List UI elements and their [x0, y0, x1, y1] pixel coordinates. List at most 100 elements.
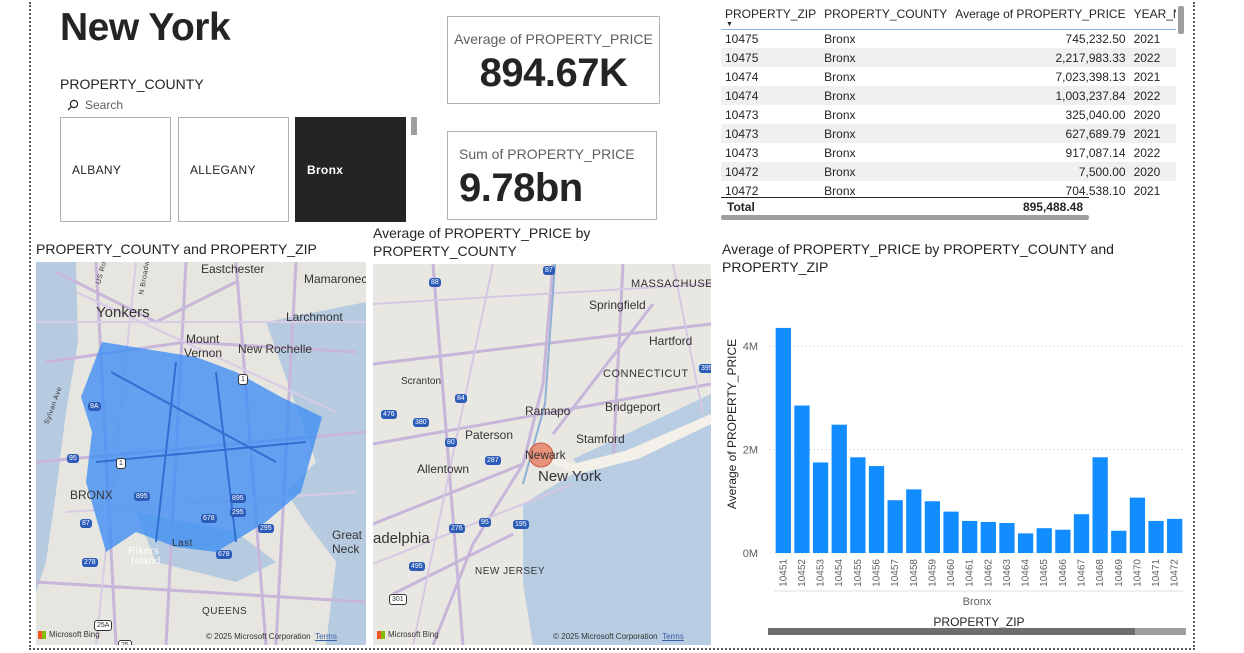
map-label: Yonkers — [96, 304, 150, 321]
bar — [924, 501, 941, 553]
route-shield: 301 — [389, 594, 407, 605]
route-shield: 88 — [429, 278, 441, 287]
table-cell: 10473 — [721, 124, 821, 143]
table-row[interactable]: 10473 Bronx 627,689.79 2021 — [721, 124, 1176, 143]
route-shield: 495 — [409, 562, 425, 571]
map-label: New York — [538, 468, 602, 485]
map-label: Great — [332, 528, 363, 542]
x-tick-label: 10472 — [1170, 559, 1181, 587]
table-cell: 627,689.79 — [951, 124, 1130, 143]
x-group-label: Bronx — [963, 596, 992, 608]
route-shield: 895 — [230, 494, 246, 503]
card-value: 9.78bn — [459, 166, 583, 210]
x-tick-label: 10461 — [965, 559, 976, 587]
route-shield: 87 — [80, 519, 92, 528]
x-axis-title: PROPERTY_ZIP — [933, 615, 1024, 629]
route-shield: 678 — [201, 514, 217, 523]
route-shield: 9A — [88, 402, 101, 411]
slicer-scrollbar[interactable] — [411, 117, 417, 135]
card-label: Average of PROPERTY_PRICE — [454, 31, 653, 47]
x-tick-label: 10464 — [1021, 559, 1032, 587]
slicer-tile-albany[interactable]: ALBANY — [60, 117, 171, 222]
table-row[interactable]: 10474 Bronx 1,003,237.84 2022 — [721, 86, 1176, 105]
slicer-search[interactable]: Search — [67, 98, 123, 112]
table-horizontal-scrollbar[interactable] — [721, 215, 1089, 220]
table-cell: 10475 — [725, 31, 759, 46]
y-tick-label: 2M — [743, 445, 758, 457]
county-bubble-map[interactable]: MASSACHUSETTS Springfield Hartford CONNE… — [373, 264, 711, 645]
terms-link[interactable]: Terms — [662, 632, 684, 641]
route-shield: 380 — [413, 418, 429, 427]
table-cell: 2021 — [1133, 31, 1161, 46]
route-shield: 87 — [543, 266, 555, 275]
table-row[interactable]: 10472 Bronx 704,538.10 2021 — [721, 181, 1176, 196]
map-label: Bridgeport — [605, 400, 661, 414]
column-header-avg-price[interactable]: Average of PROPERTY_PRICE — [951, 5, 1130, 30]
chart-scrollbar-thumb[interactable] — [768, 628, 1135, 635]
route-shield: 895 — [134, 492, 150, 501]
map-label: Mamaroneck — [304, 272, 366, 286]
table-row[interactable]: 10474 Bronx 7,023,398.13 2021 — [721, 67, 1176, 86]
avg-price-card: Average of PROPERTY_PRICE 894.67K — [447, 16, 660, 104]
bar — [1017, 533, 1034, 553]
bar — [1055, 529, 1071, 553]
map-label: Paterson — [465, 428, 514, 442]
bar-chart[interactable]: 0M 2M 4M Average of PROPERTY_PRICE 10451 1045… — [722, 285, 1192, 640]
map-label: CONNECTICUT — [603, 368, 689, 380]
route-shield: 1 — [116, 458, 126, 469]
route-shield: 476 — [381, 410, 397, 419]
map-label: Stamford — [576, 432, 625, 446]
table-cell: 10473 — [725, 145, 759, 160]
slicer-tile-label: ALLEGANY — [190, 162, 256, 177]
table-row[interactable]: 10473 Bronx 325,040.00 2020 — [721, 105, 1176, 124]
table-row[interactable]: 10473 Bronx 917,087.14 2022 — [721, 143, 1176, 162]
map-label: NEW JERSEY — [475, 566, 546, 577]
table-cell: 917,087.14 — [1065, 145, 1126, 160]
x-tick-label: 10463 — [1002, 559, 1013, 587]
slicer-title: PROPERTY_COUNTY — [60, 76, 204, 92]
table-cell: Bronx — [820, 162, 952, 181]
table-body: 10475 Bronx 745,232.50 2021 10475 Bronx 2,217,… — [721, 29, 1176, 195]
table-row[interactable]: 10475 Bronx 2,217,983.33 2022 — [721, 48, 1176, 67]
table-cell: Bronx — [824, 145, 856, 160]
x-tick-label: 10471 — [1151, 559, 1162, 587]
table-cell: 10475 — [721, 48, 821, 67]
map-label: Last — [172, 538, 193, 549]
x-tick-label: 10466 — [1058, 559, 1069, 587]
table-total-row: Total 895,488.48 — [721, 197, 1089, 215]
route-shield: 276 — [449, 524, 465, 533]
terms-link[interactable]: Terms — [315, 632, 337, 641]
map-attribution: © 2025 Microsoft Corporation Terms — [553, 632, 684, 641]
bar — [1073, 514, 1090, 553]
column-header-year[interactable]: YEAR_NUMBER — [1129, 5, 1176, 30]
bar — [794, 405, 810, 553]
x-tick-label: 10467 — [1077, 559, 1088, 587]
table-vertical-scrollbar[interactable] — [1178, 6, 1184, 34]
map-label: Mount — [186, 332, 220, 346]
table-cell: 7,500.00 — [951, 162, 1130, 181]
map2-title: Average of PROPERTY_PRICE by PROPERTY_CO… — [373, 225, 591, 259]
y-tick-label: 0M — [743, 548, 758, 560]
map-label: MASSACHUSETTS — [631, 278, 711, 290]
map-label: Scranton — [401, 376, 442, 387]
table-cell: Bronx — [824, 69, 856, 84]
route-shield: 395 — [699, 364, 711, 373]
table-cell: 10472 — [725, 183, 759, 196]
sum-price-card: Sum of PROPERTY_PRICE 9.78bn — [447, 131, 657, 220]
column-header-county[interactable]: PROPERTY_COUNTY — [820, 5, 952, 30]
route-shield: 95 — [67, 454, 79, 463]
table-row[interactable]: 10472 Bronx 7,500.00 2020 — [721, 162, 1176, 181]
table-row[interactable]: 10475 Bronx 745,232.50 2021 — [721, 29, 1176, 48]
table-cell: 704,538.10 — [1065, 183, 1126, 196]
bing-logo: Microsoft Bing — [38, 630, 100, 639]
search-placeholder: Search — [85, 98, 124, 112]
x-tick-label: 10459 — [927, 559, 938, 587]
zip-map[interactable]: Eastchester Mamaroneck Yonkers Larchmont… — [36, 262, 366, 645]
map-label: Springfield — [589, 298, 646, 312]
slicer-tile-allegany[interactable]: ALLEGANY — [178, 117, 289, 222]
bar — [887, 500, 903, 553]
slicer-tile-bronx[interactable]: Bronx — [295, 117, 406, 222]
column-header-zip[interactable]: PROPERTY_ZIP ▼ — [721, 5, 821, 30]
map-label: BRONX — [70, 488, 113, 502]
x-tick-label: 10454 — [834, 559, 845, 587]
